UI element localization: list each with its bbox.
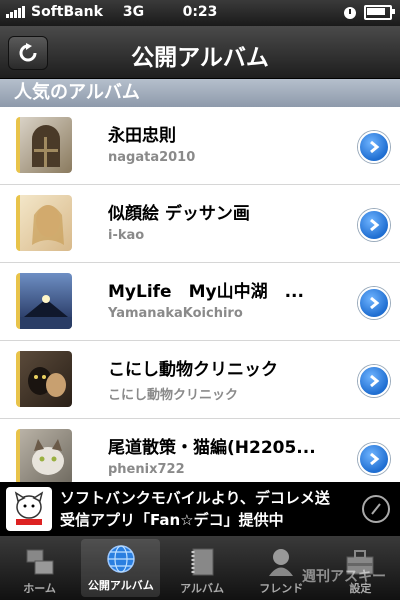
album-user: YamanakaKoichiro xyxy=(108,306,243,321)
album-thumbnail xyxy=(16,351,72,407)
compass-icon[interactable] xyxy=(362,495,390,523)
album-thumbnail xyxy=(16,195,72,251)
dog-mascot-icon xyxy=(14,491,44,525)
album-user: こにし動物クリニック xyxy=(108,388,239,403)
album-title: こにし動物クリニック xyxy=(108,360,278,380)
detail-disclosure-button[interactable] xyxy=(358,365,390,397)
album-title: 似顔絵 デッサン画 xyxy=(108,204,250,224)
album-row[interactable]: MyLife My山中湖 ... YamanakaKoichiro xyxy=(0,263,400,341)
chevron-right-icon xyxy=(370,218,380,232)
tab-label: フレンド xyxy=(259,582,304,595)
detail-disclosure-button[interactable] xyxy=(358,287,390,319)
chevron-right-icon xyxy=(370,296,380,310)
album-icon xyxy=(191,548,214,576)
ad-banner[interactable]: ソフトバンクモバイルより、デコレメ送受信アプリ「Fan☆デコ」提供中 xyxy=(0,482,400,536)
album-user: i-kao xyxy=(108,228,145,243)
friend-icon xyxy=(269,549,294,576)
section-header: 人気のアルバム xyxy=(0,79,400,107)
status-bar: SoftBank 3G 0:23 xyxy=(0,0,400,26)
tab-home[interactable]: ホーム xyxy=(0,536,79,600)
tab-public-album[interactable]: 公開アルバム xyxy=(81,539,161,597)
tab-label: アルバム xyxy=(180,582,224,595)
detail-disclosure-button[interactable] xyxy=(358,209,390,241)
globe-icon xyxy=(107,545,135,573)
home-icon xyxy=(26,549,54,575)
album-thumbnail xyxy=(16,429,72,485)
chevron-right-icon xyxy=(370,452,380,466)
album-title: 永田忠則 xyxy=(108,126,176,146)
chevron-right-icon xyxy=(370,140,380,154)
ad-text: ソフトバンクモバイルより、デコレメ送受信アプリ「Fan☆デコ」提供中 xyxy=(60,489,330,529)
detail-disclosure-button[interactable] xyxy=(358,131,390,163)
album-row[interactable]: こにし動物クリニック こにし動物クリニック xyxy=(0,341,400,419)
watermark: 週刊アスキー xyxy=(302,569,386,585)
nav-bar: 公開アルバム xyxy=(0,26,400,79)
album-row[interactable]: 永田忠則 nagata2010 xyxy=(0,107,400,185)
album-user: nagata2010 xyxy=(108,150,196,165)
tab-label: 公開アルバム xyxy=(87,579,154,592)
album-list: 永田忠則 nagata2010 似顔絵 デッサン画 i-kao MyLife M… xyxy=(0,107,400,497)
tab-album[interactable]: アルバム xyxy=(162,536,241,600)
album-title: 尾道散策・猫編(H2205... xyxy=(108,438,316,458)
page-title: 公開アルバム xyxy=(131,45,269,71)
album-thumbnail xyxy=(16,273,72,329)
album-thumbnail xyxy=(16,117,72,173)
battery-icon xyxy=(364,5,395,20)
detail-disclosure-button[interactable] xyxy=(358,443,390,475)
clock-icon xyxy=(344,6,356,19)
chevron-right-icon xyxy=(370,374,380,388)
tab-label: ホーム xyxy=(23,582,56,595)
status-right xyxy=(344,5,395,20)
album-user: phenix722 xyxy=(108,462,185,477)
status-time: 0:23 xyxy=(182,4,218,20)
album-title: MyLife My山中湖 ... xyxy=(108,282,304,302)
ad-logo xyxy=(6,487,52,531)
album-row[interactable]: 似顔絵 デッサン画 i-kao xyxy=(0,185,400,263)
